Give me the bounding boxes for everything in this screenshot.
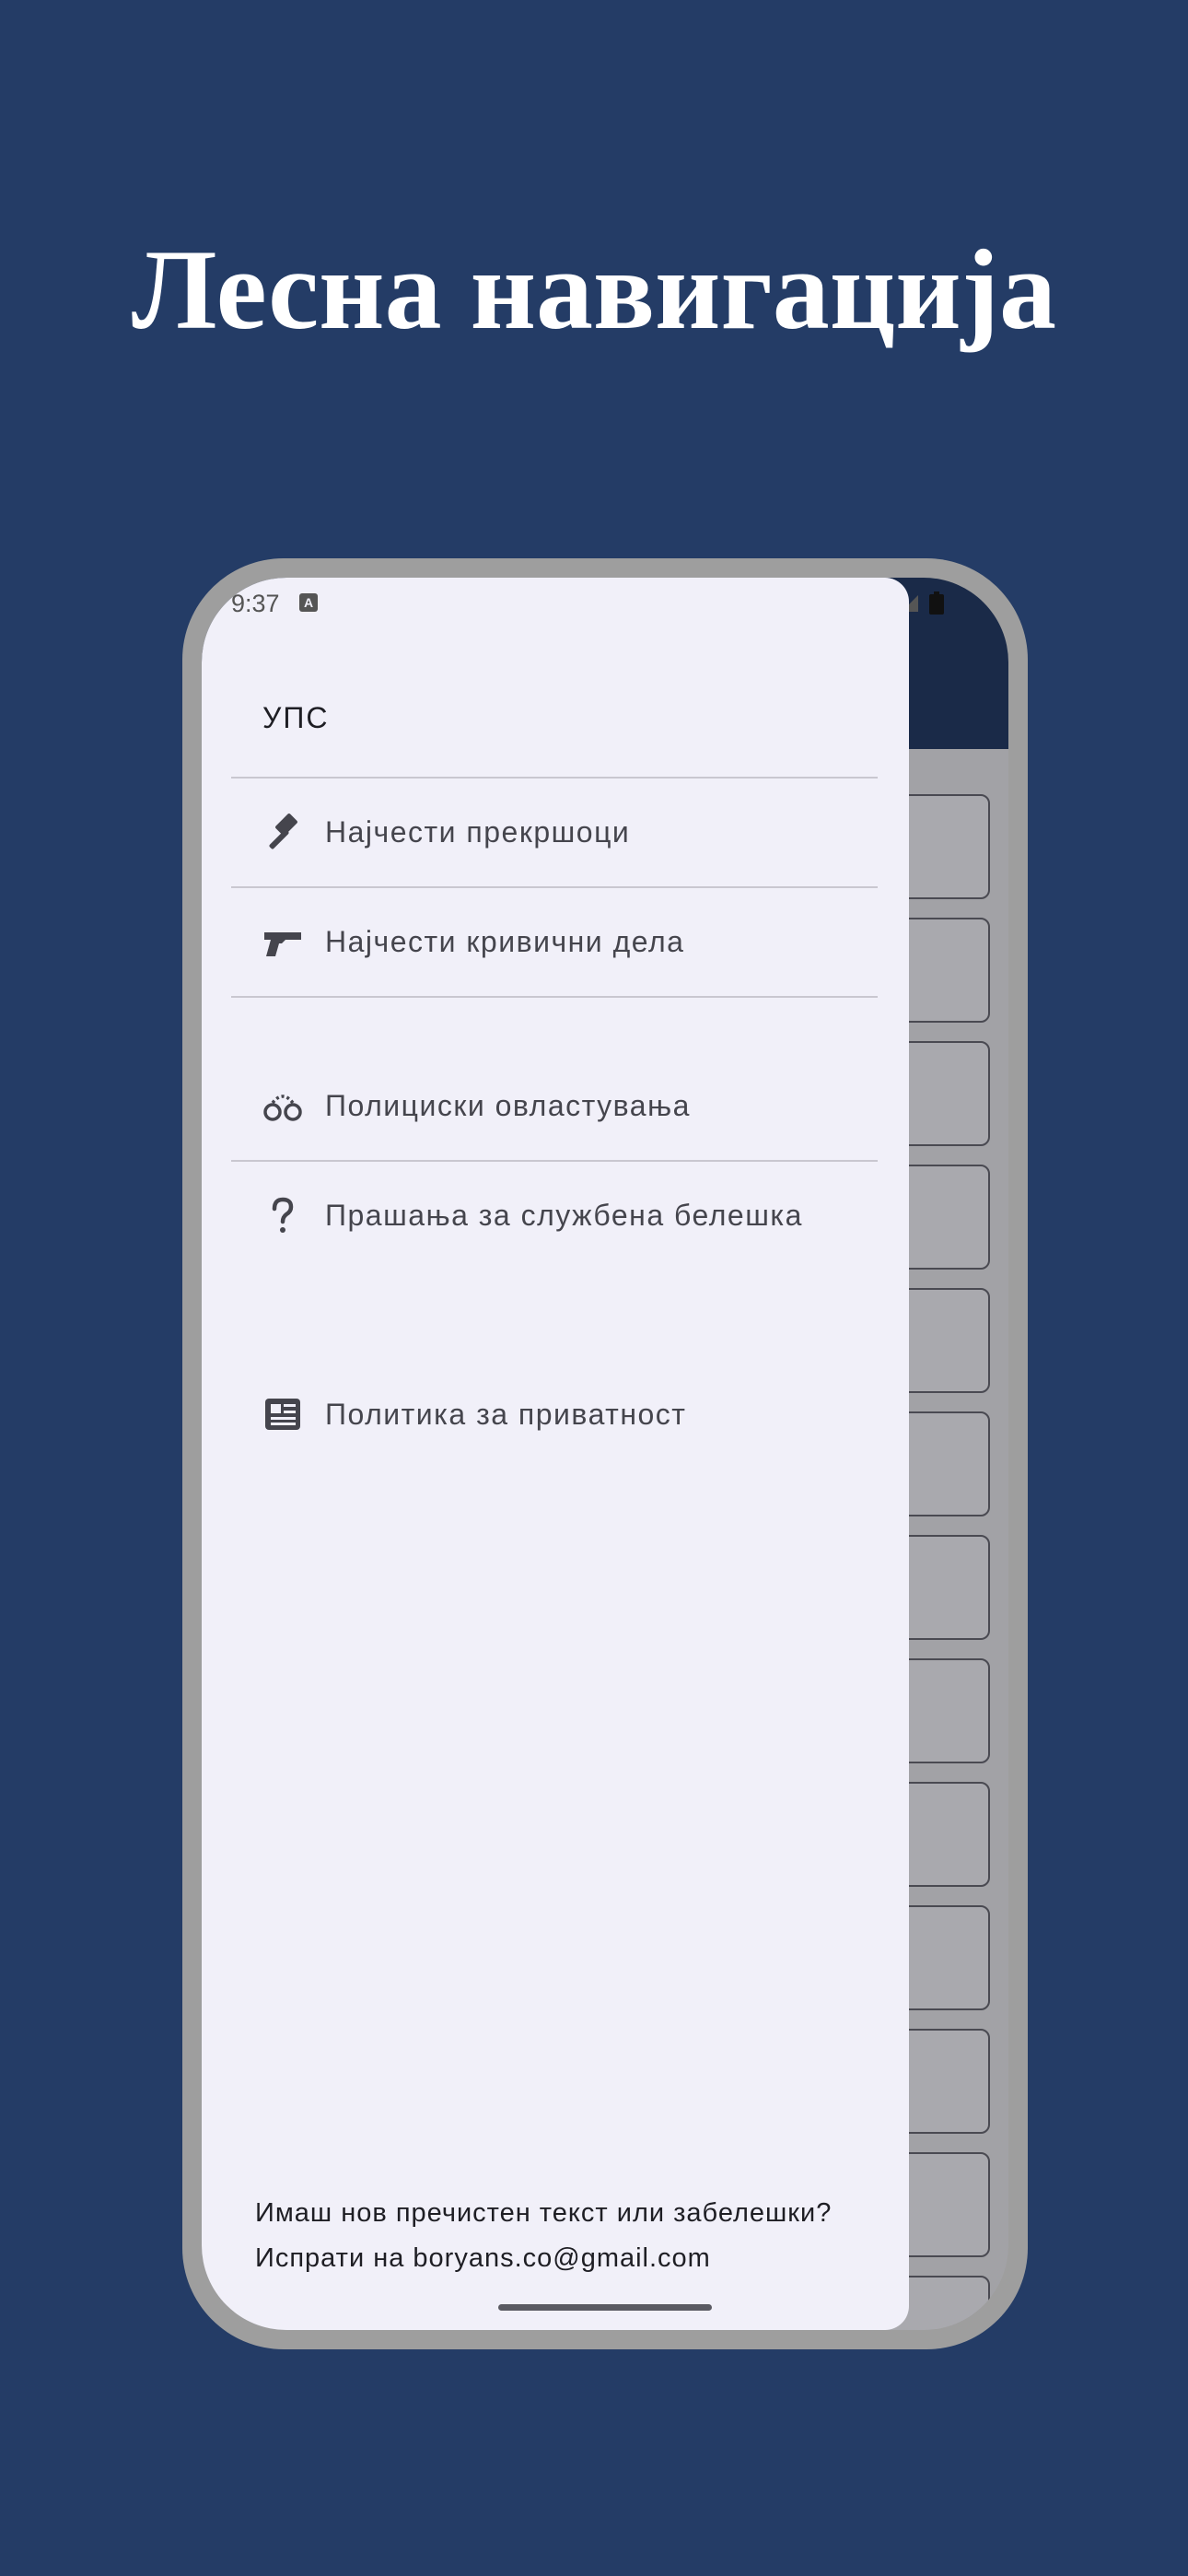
gavel-icon (261, 810, 305, 854)
phone-screen: 9:37 A УПС Најчести прекршоци Најчести к… (202, 578, 1008, 2330)
question-mark-icon (261, 1193, 305, 1237)
nav-item-privacy-policy[interactable]: Политика за приватност (231, 1364, 878, 1465)
pistol-icon (261, 919, 305, 964)
navigation-drawer: 9:37 A УПС Најчести прекршоци Најчести к… (202, 578, 909, 2330)
footer-contact-email[interactable]: Испрати на boryans.co@gmail.com (255, 2240, 900, 2277)
nav-item-label: Политика за приватност (325, 1397, 687, 1431)
nav-item-offenses[interactable]: Најчести прекршоци (231, 781, 878, 883)
handcuffs-icon (261, 1083, 305, 1128)
nav-item-label: Полициски овластувања (325, 1088, 691, 1122)
divider (231, 996, 878, 998)
home-indicator[interactable] (498, 2304, 712, 2311)
phone-frame: 9:37 A УПС Најчести прекршоци Најчести к… (182, 558, 1028, 2349)
divider (231, 1160, 878, 1162)
nav-item-crimes[interactable]: Најчести кривични дела (231, 891, 878, 992)
nav-item-questions[interactable]: Прашања за службена белешка (231, 1165, 878, 1266)
headline: Лесна навигација (132, 227, 1056, 353)
drawer-title: УПС (262, 701, 330, 734)
newspaper-icon (261, 1392, 305, 1436)
divider (231, 777, 878, 779)
nav-item-label: Прашања за службена белешка (325, 1198, 803, 1232)
divider (231, 886, 878, 888)
nav-item-label: Најчести кривични дела (325, 924, 685, 958)
nav-item-police-powers[interactable]: Полициски овластувања (231, 1055, 878, 1156)
nav-item-label: Најчести прекршоци (325, 814, 631, 849)
notification-icon: A (299, 593, 318, 612)
status-time: 9:37 (231, 590, 280, 617)
footer-note: Имаш нов пречистен текст или забелешки? (255, 2198, 833, 2228)
